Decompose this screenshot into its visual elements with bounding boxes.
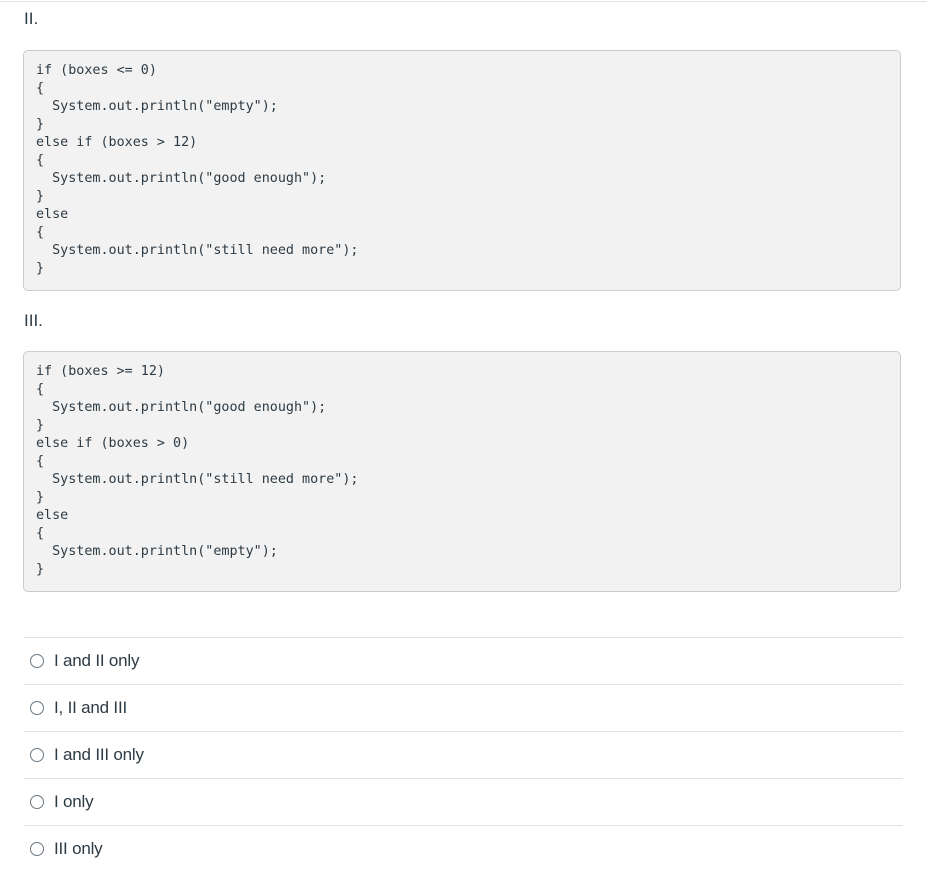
answer-option[interactable]: I only xyxy=(24,778,903,825)
answer-label[interactable]: I only xyxy=(54,792,94,812)
answer-label[interactable]: III only xyxy=(54,839,103,859)
answer-label[interactable]: I, II and III xyxy=(54,698,127,718)
top-divider xyxy=(0,1,927,2)
radio-button[interactable] xyxy=(30,748,44,762)
answer-option[interactable]: III only xyxy=(24,825,903,872)
option-ii-code-block: if (boxes <= 0) { System.out.println("em… xyxy=(23,50,901,291)
option-ii-label: II. xyxy=(24,9,39,28)
option-iii-label: III. xyxy=(24,311,43,330)
radio-button[interactable] xyxy=(30,701,44,715)
answer-choices: I and II only I, II and III I and III on… xyxy=(24,637,903,872)
answer-option[interactable]: I and II only xyxy=(24,637,903,684)
answer-option[interactable]: I and III only xyxy=(24,731,903,778)
answer-label[interactable]: I and III only xyxy=(54,745,144,765)
radio-button[interactable] xyxy=(30,795,44,809)
radio-button[interactable] xyxy=(30,654,44,668)
answer-label[interactable]: I and II only xyxy=(54,651,139,671)
radio-button[interactable] xyxy=(30,842,44,856)
answer-option[interactable]: I, II and III xyxy=(24,684,903,731)
option-iii-code-block: if (boxes >= 12) { System.out.println("g… xyxy=(23,351,901,592)
